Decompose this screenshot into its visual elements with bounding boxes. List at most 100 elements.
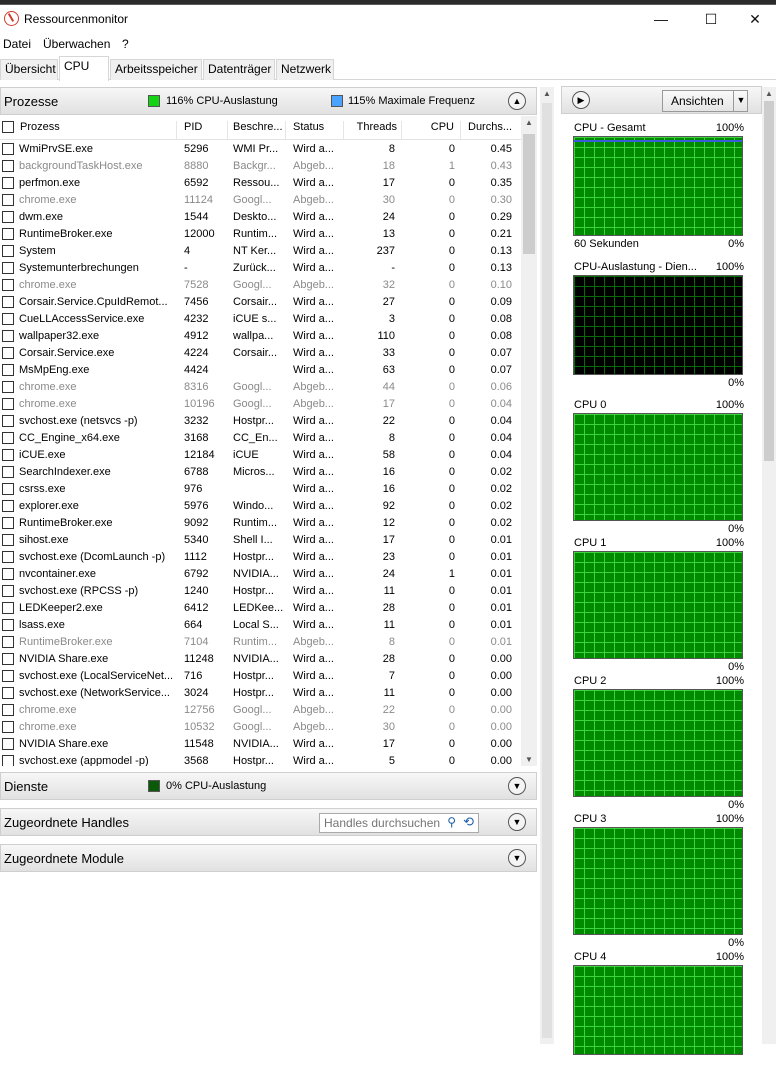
row-checkbox[interactable] bbox=[2, 755, 14, 766]
row-checkbox[interactable] bbox=[2, 551, 14, 563]
close-button[interactable]: ✕ bbox=[732, 5, 776, 33]
expand-arrow-icon[interactable]: ▶ bbox=[572, 91, 590, 109]
row-checkbox[interactable] bbox=[2, 517, 14, 529]
left-pane-scrollbar[interactable]: ▲ bbox=[540, 87, 554, 1044]
table-row[interactable]: chrome.exe 10196 Googl... Abgeb... 17 0 0.04 bbox=[0, 396, 521, 413]
table-row[interactable]: svchost.exe (NetworkService... 3024 Hostpr… bbox=[0, 685, 521, 702]
table-row[interactable]: nvcontainer.exe 6792 NVIDIA... Wird a... 24 1… bbox=[0, 566, 521, 583]
row-checkbox[interactable] bbox=[2, 619, 14, 631]
table-row[interactable]: LEDKeeper2.exe 6412 LEDKee... Wird a... 28 0 0… bbox=[0, 600, 521, 617]
table-row[interactable]: chrome.exe 7528 Googl... Abgeb... 32 0 0.10 bbox=[0, 277, 521, 294]
table-row[interactable]: sihost.exe 5340 Shell I... Wird a... 17 0 0.01 bbox=[0, 532, 521, 549]
table-row[interactable]: NVIDIA Share.exe 11548 NVIDIA... Wird a... 1… bbox=[0, 736, 521, 753]
collapse-chevron-icon[interactable]: ▲ bbox=[508, 92, 526, 110]
row-checkbox[interactable] bbox=[2, 534, 14, 546]
table-row[interactable]: svchost.exe (appmodel -p) 3568 Hostpr... Wi… bbox=[0, 753, 521, 766]
row-checkbox[interactable] bbox=[2, 398, 14, 410]
table-row[interactable]: RuntimeBroker.exe 12000 Runtim... Wird a...… bbox=[0, 226, 521, 243]
row-checkbox[interactable] bbox=[2, 245, 14, 257]
row-checkbox[interactable] bbox=[2, 160, 14, 172]
row-checkbox[interactable] bbox=[2, 687, 14, 699]
row-checkbox[interactable] bbox=[2, 585, 14, 597]
handles-header[interactable]: Zugeordnete Handles ⟲ ⚲ ▼ bbox=[0, 808, 537, 836]
menu-help[interactable]: ? bbox=[122, 37, 129, 51]
refresh-icon[interactable]: ⟲ bbox=[463, 814, 474, 830]
table-row[interactable]: System 4 NT Ker... Wird a... 237 0 0.13 bbox=[0, 243, 521, 260]
table-row[interactable]: svchost.exe (LocalServiceNet... 716 Hostpr… bbox=[0, 668, 521, 685]
table-row[interactable]: wallpaper32.exe 4912 wallpa... Wird a... 110… bbox=[0, 328, 521, 345]
row-checkbox[interactable] bbox=[2, 381, 14, 393]
table-row[interactable]: lsass.exe 664 Local S... Wird a... 11 0 0.01 bbox=[0, 617, 521, 634]
scroll-up-arrow-icon[interactable]: ▲ bbox=[540, 89, 554, 98]
row-checkbox[interactable] bbox=[2, 262, 14, 274]
row-checkbox[interactable] bbox=[2, 415, 14, 427]
table-row[interactable]: MsMpEng.exe 4424 Wird a... 63 0 0.07 bbox=[0, 362, 521, 379]
table-row[interactable]: chrome.exe 12756 Googl... Abgeb... 22 0 0.00 bbox=[0, 702, 521, 719]
tab-datentraeger[interactable]: Datenträger bbox=[203, 59, 275, 80]
row-checkbox[interactable] bbox=[2, 738, 14, 750]
scroll-up-arrow-icon[interactable]: ▲ bbox=[762, 89, 776, 98]
expand-chevron-icon[interactable]: ▼ bbox=[508, 849, 526, 867]
row-checkbox[interactable] bbox=[2, 466, 14, 478]
row-checkbox[interactable] bbox=[2, 704, 14, 716]
table-row[interactable]: svchost.exe (netsvcs -p) 3232 Hostpr... Wir… bbox=[0, 413, 521, 430]
dropdown-arrow-icon[interactable]: ▼ bbox=[733, 90, 748, 112]
table-row[interactable]: Systemunterbrechungen - Zurück... Wird a...… bbox=[0, 260, 521, 277]
table-row[interactable]: perfmon.exe 6592 Ressou... Wird a... 17 0 0.35 bbox=[0, 175, 521, 192]
col-durchschnitt[interactable]: Durchs... bbox=[468, 121, 518, 139]
tab-cpu[interactable]: CPU bbox=[59, 56, 109, 81]
row-checkbox[interactable] bbox=[2, 347, 14, 359]
row-checkbox[interactable] bbox=[2, 636, 14, 648]
col-status[interactable]: Status bbox=[293, 121, 344, 139]
row-checkbox[interactable] bbox=[2, 211, 14, 223]
row-checkbox[interactable] bbox=[2, 194, 14, 206]
table-row[interactable]: backgroundTaskHost.exe 8880 Backgr... Abgeb… bbox=[0, 158, 521, 175]
row-checkbox[interactable] bbox=[2, 653, 14, 665]
table-row[interactable]: explorer.exe 5976 Windo... Wird a... 92 0 0.02 bbox=[0, 498, 521, 515]
row-checkbox[interactable] bbox=[2, 228, 14, 240]
table-row[interactable]: svchost.exe (DcomLaunch -p) 1112 Hostpr...… bbox=[0, 549, 521, 566]
graph-pane-scrollbar-thumb[interactable] bbox=[764, 101, 774, 461]
row-checkbox[interactable] bbox=[2, 143, 14, 155]
menu-datei[interactable]: Datei bbox=[3, 37, 31, 51]
table-row[interactable]: chrome.exe 11124 Googl... Abgeb... 30 0 0.30 bbox=[0, 192, 521, 209]
table-row[interactable]: dwm.exe 1544 Deskto... Wird a... 24 0 0.29 bbox=[0, 209, 521, 226]
col-cpu[interactable]: CPU bbox=[405, 121, 461, 139]
row-checkbox[interactable] bbox=[2, 313, 14, 325]
table-row[interactable]: WmiPrvSE.exe 5296 WMI Pr... Wird a... 8 0 0.45 bbox=[0, 141, 521, 158]
row-checkbox[interactable] bbox=[2, 449, 14, 461]
row-checkbox[interactable] bbox=[2, 568, 14, 580]
scroll-down-arrow-icon[interactable]: ▼ bbox=[521, 755, 537, 764]
row-checkbox[interactable] bbox=[2, 721, 14, 733]
minimize-button[interactable]: — bbox=[638, 5, 684, 33]
row-checkbox[interactable] bbox=[2, 432, 14, 444]
col-threads[interactable]: Threads bbox=[355, 121, 402, 139]
scroll-up-arrow-icon[interactable]: ▲ bbox=[521, 118, 537, 127]
module-header[interactable]: Zugeordnete Module ▼ bbox=[0, 844, 537, 872]
table-row[interactable]: Corsair.Service.CpuIdRemot... 7456 Corsair… bbox=[0, 294, 521, 311]
dienste-header[interactable]: Dienste 0% CPU-Auslastung ▼ bbox=[0, 772, 537, 800]
row-checkbox[interactable] bbox=[2, 279, 14, 291]
col-pid[interactable]: PID bbox=[184, 121, 228, 139]
table-row[interactable]: Corsair.Service.exe 4224 Corsair... Wird a.… bbox=[0, 345, 521, 362]
row-checkbox[interactable] bbox=[2, 296, 14, 308]
left-pane-scrollbar-thumb[interactable] bbox=[542, 103, 552, 1038]
graph-pane-scrollbar[interactable]: ▲ bbox=[762, 87, 776, 1044]
table-row[interactable]: RuntimeBroker.exe 9092 Runtim... Wird a... 1… bbox=[0, 515, 521, 532]
table-row[interactable]: RuntimeBroker.exe 7104 Runtim... Abgeb... 8 0… bbox=[0, 634, 521, 651]
col-beschreibung[interactable]: Beschre... bbox=[233, 121, 286, 139]
expand-chevron-icon[interactable]: ▼ bbox=[508, 777, 526, 795]
row-checkbox[interactable] bbox=[2, 602, 14, 614]
process-scrollbar-thumb[interactable] bbox=[523, 134, 535, 254]
prozesse-header[interactable]: Prozesse 116% CPU-Auslastung 115% Maxima… bbox=[0, 87, 537, 115]
tab-uebersicht[interactable]: Übersicht bbox=[0, 59, 58, 80]
col-prozess[interactable]: Prozess bbox=[20, 121, 177, 139]
handles-search-input[interactable] bbox=[320, 814, 450, 832]
row-checkbox[interactable] bbox=[2, 177, 14, 189]
handles-search-field[interactable]: ⟲ ⚲ bbox=[319, 813, 479, 833]
process-scrollbar[interactable]: ▲ ▼ bbox=[521, 116, 537, 766]
table-row[interactable]: CC_Engine_x64.exe 3168 CC_En... Wird a... 8 0… bbox=[0, 430, 521, 447]
row-checkbox[interactable] bbox=[2, 483, 14, 495]
table-row[interactable]: chrome.exe 10532 Googl... Abgeb... 30 0 0.00 bbox=[0, 719, 521, 736]
row-checkbox[interactable] bbox=[2, 364, 14, 376]
